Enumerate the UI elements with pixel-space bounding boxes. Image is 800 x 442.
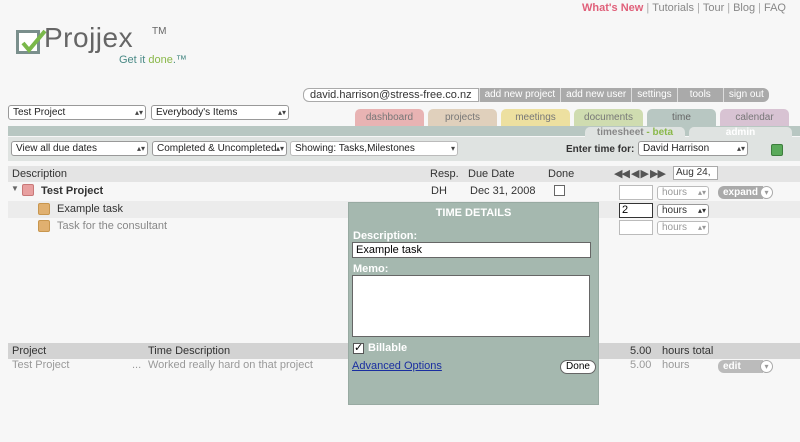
advanced-options-link[interactable]: Advanced Options: [352, 360, 442, 372]
items-select[interactable]: Everybody's Items ▴▾: [151, 105, 289, 120]
project-select[interactable]: Test Project ▴▾: [8, 105, 146, 120]
tour-link[interactable]: Tour: [703, 2, 724, 14]
select-arrows-icon: ▴▾: [697, 188, 706, 197]
status-filter[interactable]: Completed & Uncompleted ▴▾: [152, 141, 287, 156]
logo-check-icon: [16, 29, 47, 54]
done-checkbox[interactable]: [554, 185, 565, 196]
task2-hours-input[interactable]: [619, 220, 653, 235]
tab-dashboard[interactable]: dashboard: [355, 109, 424, 126]
edit-button[interactable]: edit ▾: [718, 360, 773, 373]
billable-label: Billable: [368, 342, 408, 354]
project-due: Dec 31, 2008: [470, 185, 536, 197]
project-hours-input[interactable]: [619, 185, 653, 200]
whats-new-link[interactable]: What's New: [582, 2, 643, 14]
summary-total-label: hours total: [662, 345, 714, 357]
calendar-icon[interactable]: [771, 144, 783, 156]
description-label: Description:: [353, 230, 418, 242]
select-arrows-icon: ▴▾: [697, 206, 706, 215]
summary-col-project: Project: [12, 345, 47, 357]
task1-hours-unit[interactable]: hours ▴▾: [657, 204, 709, 218]
person-select[interactable]: David Harrison ▴▾: [638, 141, 748, 156]
col-description: Description: [12, 168, 68, 180]
tab-meetings[interactable]: meetings: [501, 109, 570, 126]
chevron-down-icon: ▾: [760, 186, 773, 199]
select-arrows-icon: ▴▾: [736, 144, 745, 153]
memo-textarea[interactable]: [352, 275, 590, 337]
user-bar: david.harrison@stress-free.co.nz add new…: [303, 88, 769, 102]
date-field[interactable]: Aug 24, 2008: [673, 166, 718, 180]
logo-tm: TM: [152, 26, 167, 37]
summary-ellipsis: ...: [132, 359, 142, 371]
enter-time-label: Enter time for:: [566, 144, 635, 155]
summary-unit: hours: [662, 359, 690, 371]
memo-label: Memo:: [353, 263, 389, 275]
tab-time[interactable]: time: [647, 109, 716, 126]
sign-out-button[interactable]: sign out: [722, 88, 769, 102]
col-due-date: Due Date: [468, 168, 515, 180]
summary-project: Test Project: [12, 359, 70, 371]
tab-projects[interactable]: projects: [428, 109, 497, 126]
logo: Projjex TM Get it done.™: [16, 22, 187, 74]
description-input[interactable]: [352, 242, 591, 258]
project-icon: [22, 184, 34, 196]
select-arrows-icon: ▴▾: [275, 144, 284, 153]
col-resp: Resp.: [430, 168, 459, 180]
tab-documents[interactable]: documents: [574, 109, 643, 126]
faq-link[interactable]: FAQ: [764, 2, 786, 14]
expand-button[interactable]: expand ▾: [718, 186, 773, 199]
done-button[interactable]: Done: [560, 360, 596, 374]
time-details-dialog: TIME DETAILS Description: Memo: ✓ Billab…: [348, 202, 599, 405]
top-links: What's New | Tutorials | Tour | Blog | FAQ: [582, 2, 786, 14]
date-nav-arrows-icon[interactable]: ◀◀ ◀ ▶ ▶▶: [614, 167, 666, 180]
task-table-header: Description Resp. Due Date Done ◀◀ ◀ ▶ ▶…: [8, 166, 800, 182]
project-hours-unit[interactable]: hours ▴▾: [657, 186, 709, 200]
summary-description: Worked really hard on that project: [148, 359, 313, 371]
due-date-filter[interactable]: View all due dates ▴▾: [11, 141, 148, 156]
select-arrows-icon: ▴▾: [277, 108, 286, 117]
task2-hours-unit[interactable]: hours ▴▾: [657, 221, 709, 235]
collapse-arrow-icon[interactable]: ▼: [11, 184, 19, 193]
select-arrows-icon: ▴▾: [134, 108, 143, 117]
logo-wordmark: Projjex: [44, 22, 134, 53]
blog-link[interactable]: Blog: [733, 2, 755, 14]
chevron-down-icon: ▾: [760, 360, 773, 373]
task1-hours-input[interactable]: 2: [619, 203, 653, 218]
user-email: david.harrison@stress-free.co.nz: [303, 88, 479, 102]
settings-button[interactable]: settings: [631, 88, 677, 102]
select-arrows-icon: ▴▾: [136, 144, 145, 153]
billable-checkbox[interactable]: ✓: [353, 343, 364, 354]
tutorials-link[interactable]: Tutorials: [652, 2, 694, 14]
select-arrows-icon: ▴▾: [697, 223, 706, 232]
summary-hours: 5.00: [630, 359, 652, 371]
task-name: Example task: [57, 203, 124, 215]
task-icon: [38, 220, 50, 232]
col-done: Done: [548, 168, 575, 180]
task-icon: [38, 203, 50, 215]
task-name: Task for the consultant: [57, 220, 168, 232]
project-name: Test Project: [41, 185, 104, 197]
add-user-button[interactable]: add new user: [560, 88, 632, 102]
tools-button[interactable]: tools: [676, 88, 723, 102]
showing-filter[interactable]: Showing: Tasks,Milestones ▾: [290, 141, 458, 156]
summary-total: 5.00: [630, 345, 652, 357]
chevron-down-icon: ▾: [450, 144, 455, 153]
tab-calendar[interactable]: calendar: [720, 109, 789, 126]
summary-col-time-desc: Time Description: [148, 345, 231, 357]
project-resp: DH: [431, 185, 447, 197]
logo-tagline: Get it done.™: [119, 54, 187, 66]
dialog-title: TIME DETAILS: [435, 207, 512, 219]
add-project-button[interactable]: add new project: [478, 88, 561, 102]
